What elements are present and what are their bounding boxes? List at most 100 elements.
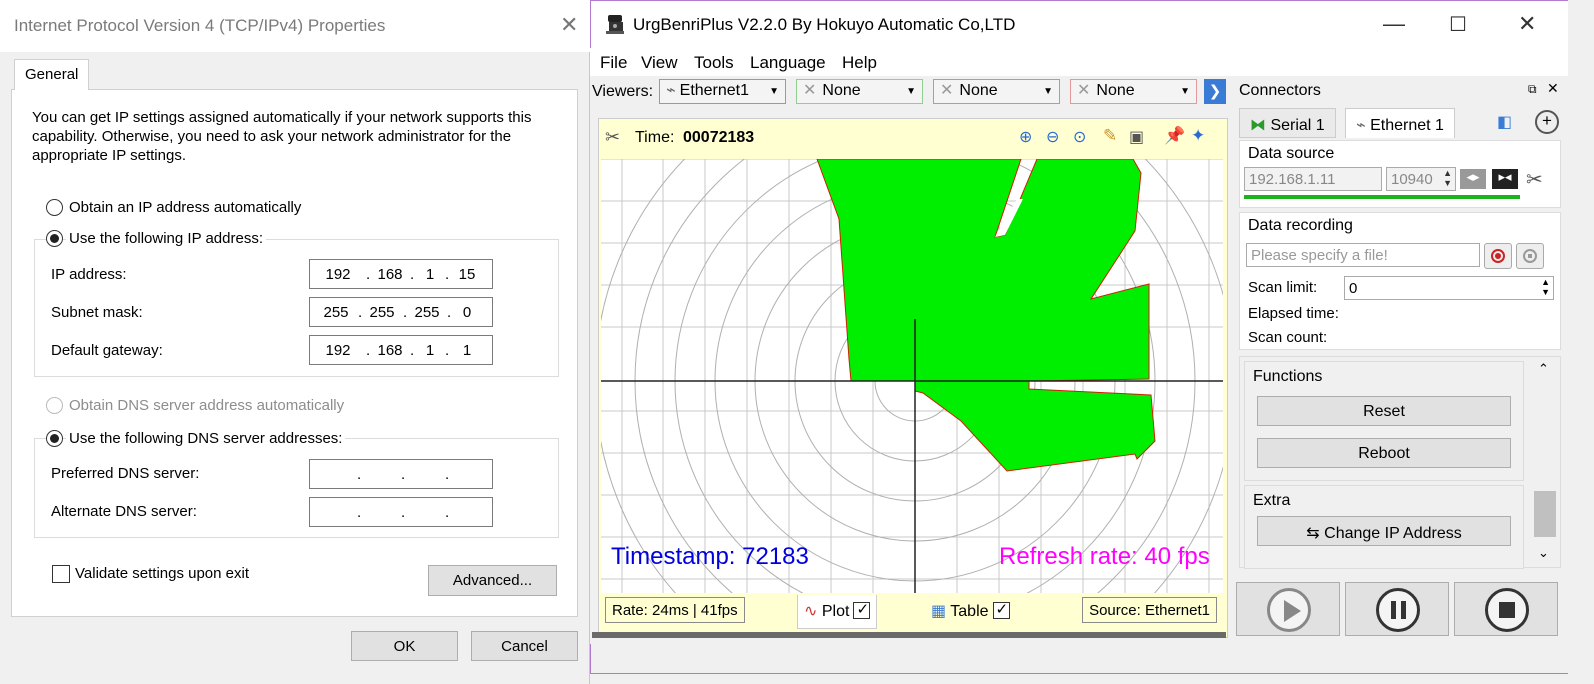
scan-limit-field[interactable]: 0 ▲ ▼ xyxy=(1344,276,1554,300)
zoom-in-icon[interactable]: ⊕ xyxy=(1019,127,1032,147)
minimize-icon[interactable]: — xyxy=(1383,11,1405,37)
functions-scrollbar[interactable]: ⌃ ⌄ xyxy=(1530,357,1558,567)
default-gateway-field[interactable]: 192. 168. 1. 1 xyxy=(309,335,493,365)
menu-language[interactable]: Language xyxy=(750,53,826,73)
viewer-select-4[interactable]: ✕ None ▼ xyxy=(1070,79,1197,104)
settings-tools-icon[interactable]: ✂ xyxy=(1526,167,1543,192)
maximize-icon[interactable]: ☐ xyxy=(1449,12,1467,37)
port-field[interactable]: 10940 ▲ ▼ xyxy=(1386,167,1456,191)
ip-address-label: IP address: xyxy=(51,266,127,283)
change-ip-button[interactable]: ⇆ Change IP Address xyxy=(1257,516,1511,546)
connectors-title: Connectors ⧉ ✕ xyxy=(1235,78,1565,104)
close-icon[interactable]: ✕ xyxy=(1518,11,1536,37)
float-icon[interactable]: ⧉ xyxy=(1528,82,1537,97)
app-logo-icon xyxy=(606,15,624,34)
clear-brush-icon[interactable]: ✎ xyxy=(1103,126,1117,146)
menu-help[interactable]: Help xyxy=(842,53,877,73)
table-checkbox[interactable] xyxy=(992,600,1010,619)
menu-tools[interactable]: Tools xyxy=(694,53,734,73)
default-gateway-label: Default gateway: xyxy=(51,342,163,359)
reboot-button[interactable]: Reboot xyxy=(1257,438,1511,468)
app-title: UrgBenriPlus V2.2.0 By Hokuyo Automatic … xyxy=(633,15,1016,34)
rate-status: Rate: 24ms | 41fps xyxy=(605,597,745,623)
chevron-right-icon[interactable]: ❯ xyxy=(1204,79,1226,104)
stop-button[interactable] xyxy=(1454,582,1558,636)
extra-label: Extra xyxy=(1253,492,1291,509)
extra-panel: Extra ⇆ Change IP Address xyxy=(1244,485,1524,569)
menu-view[interactable]: View xyxy=(641,53,678,73)
ip-field[interactable]: 192.168.1.11 xyxy=(1244,167,1382,191)
reset-button[interactable]: Reset xyxy=(1257,396,1511,426)
time-value: 00072183 xyxy=(683,129,755,146)
record-file-field[interactable]: Please specify a file! xyxy=(1246,243,1480,267)
record-button[interactable] xyxy=(1484,243,1512,269)
functions-panel: Functions Reset Reboot xyxy=(1244,361,1524,481)
plot-viewer: ✂ Time: 00072183 ⊕ ⊖ ⊙ ✎ ▣ 📌 ✦ Timestamp… xyxy=(598,118,1228,638)
plot-scrollbar[interactable] xyxy=(592,632,1226,638)
connection-progress xyxy=(1244,195,1520,199)
subnet-mask-label: Subnet mask: xyxy=(51,304,143,321)
disconnect-icon[interactable]: ◂▸ xyxy=(1460,169,1486,189)
tab-general[interactable]: General xyxy=(14,59,89,90)
dns-auto-radio[interactable] xyxy=(46,397,63,414)
scrollbar-thumb[interactable] xyxy=(1534,491,1556,537)
cancel-button[interactable]: Cancel xyxy=(471,631,578,661)
connect-icon[interactable]: ▸◂ xyxy=(1492,169,1518,189)
plot-checkbox[interactable] xyxy=(853,600,871,619)
ip-manual-radio[interactable] xyxy=(46,230,63,247)
tools-icon[interactable]: ✂ xyxy=(605,127,620,148)
close-icon[interactable]: ✕ xyxy=(560,12,578,38)
plot-icon: ∿ xyxy=(804,603,818,620)
menu-file[interactable]: File xyxy=(600,53,627,73)
ip-address-field[interactable]: 192. 168. 1. 15 xyxy=(309,259,493,289)
play-button[interactable] xyxy=(1236,582,1340,636)
tab-plot[interactable]: ∿ Plot xyxy=(797,595,878,629)
dialog-title: Internet Protocol Version 4 (TCP/IPv4) P… xyxy=(14,16,386,35)
none-icon: ✕ xyxy=(940,82,954,99)
scan-limit-label: Scan limit: xyxy=(1248,279,1318,296)
pin-alt-icon[interactable]: ✦ xyxy=(1191,126,1205,146)
advanced-button[interactable]: Advanced... xyxy=(428,565,557,596)
serial-icon: ⧓ xyxy=(1250,117,1266,134)
dns-auto-label: Obtain DNS server address automatically xyxy=(69,397,345,414)
stop-record-button[interactable] xyxy=(1516,243,1544,269)
chevron-down-icon[interactable]: ⌄ xyxy=(1538,545,1549,561)
spin-icon[interactable]: ▲ ▼ xyxy=(1443,168,1452,188)
dns-manual-radio[interactable] xyxy=(46,430,63,447)
functions-label: Functions xyxy=(1253,368,1323,385)
app-titlebar: UrgBenriPlus V2.2.0 By Hokuyo Automatic … xyxy=(590,0,1568,48)
tab-ethernet-1[interactable]: ⌁ Ethernet 1 xyxy=(1345,108,1455,138)
source-status: Source: Ethernet1 xyxy=(1082,597,1217,623)
camera-icon[interactable]: ▣ xyxy=(1129,127,1144,147)
menu-bar: File View Tools Language Help xyxy=(590,48,1568,76)
close-icon[interactable]: ✕ xyxy=(1547,80,1559,97)
zoom-fit-icon[interactable]: ⊙ xyxy=(1073,127,1086,147)
add-connector-icon[interactable]: + xyxy=(1535,110,1559,134)
ip-auto-radio[interactable] xyxy=(46,199,63,216)
alternate-dns-field[interactable]: ... xyxy=(309,497,493,527)
pause-button[interactable] xyxy=(1345,582,1449,636)
pin-icon[interactable]: 📌 xyxy=(1164,126,1185,146)
ip-auto-label: Obtain an IP address automatically xyxy=(69,199,302,216)
dialog-titlebar: Internet Protocol Version 4 (TCP/IPv4) P… xyxy=(0,0,590,52)
subnet-mask-field[interactable]: 255. 255. 255. 0 xyxy=(309,297,493,327)
viewer-select-2[interactable]: ✕ None ▼ xyxy=(796,79,923,104)
tab-table[interactable]: ▦ Table xyxy=(925,595,1016,629)
alternate-dns-label: Alternate DNS server: xyxy=(51,503,197,520)
validate-checkbox[interactable] xyxy=(52,565,70,583)
viewer-select-1[interactable]: ⌁ Ethernet1 ▼ xyxy=(659,79,786,104)
elapsed-time-label: Elapsed time: xyxy=(1248,305,1339,322)
scan-plot-area[interactable] xyxy=(601,159,1223,593)
none-icon: ✕ xyxy=(1077,82,1091,99)
preferred-dns-label: Preferred DNS server: xyxy=(51,465,200,482)
more-tabs-icon[interactable]: ◧ xyxy=(1497,112,1512,132)
spin-icon[interactable]: ▲ ▼ xyxy=(1541,277,1550,297)
scan-data-area xyxy=(816,159,1156,472)
chevron-up-icon[interactable]: ⌃ xyxy=(1538,361,1549,377)
ok-button[interactable]: OK xyxy=(351,631,458,661)
none-icon: ✕ xyxy=(803,82,817,99)
viewer-select-3[interactable]: ✕ None ▼ xyxy=(933,79,1060,104)
zoom-out-icon[interactable]: ⊖ xyxy=(1046,127,1059,147)
preferred-dns-field[interactable]: ... xyxy=(309,459,493,489)
tab-serial-1[interactable]: ⧓ Serial 1 xyxy=(1239,108,1336,138)
